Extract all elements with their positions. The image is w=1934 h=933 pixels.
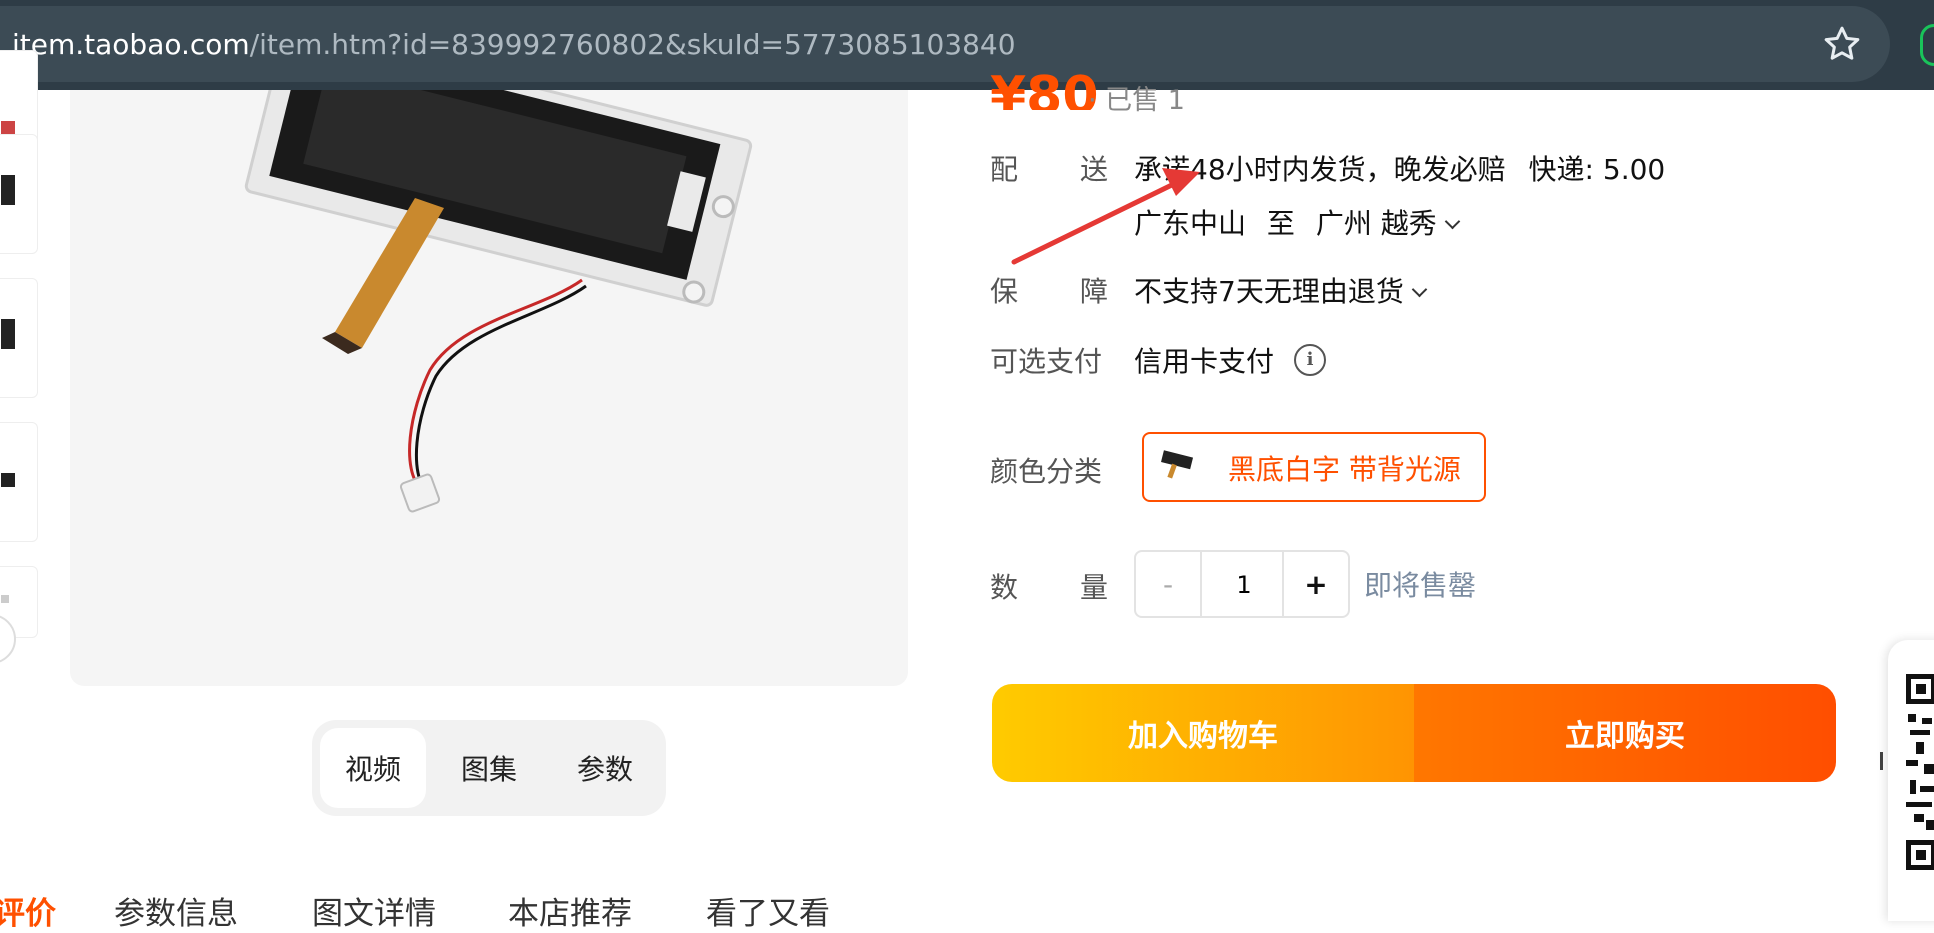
- color-option-button[interactable]: 黑底白字 带背光源: [1142, 432, 1486, 502]
- price: ¥80: [990, 66, 1099, 110]
- tab-params[interactable]: 参数: [552, 728, 658, 808]
- quantity-stepper: - +: [1134, 550, 1350, 618]
- star-icon[interactable]: [1822, 24, 1862, 64]
- color-option-label: 黑底白字 带背光源: [1228, 453, 1461, 486]
- tab-param-info[interactable]: 参数信息: [114, 888, 238, 933]
- payment-value: 信用卡支付: [1134, 345, 1275, 378]
- stock-status: 即将售罄: [1364, 569, 1477, 602]
- thumbnail[interactable]: [0, 278, 38, 398]
- tab-details[interactable]: 图文详情: [312, 888, 436, 933]
- shipping-origin: 广东中山: [1134, 207, 1247, 240]
- browser-toolbar: item.taobao.com/item.htm?id=839992760802…: [0, 0, 1934, 90]
- url-text[interactable]: item.taobao.com/item.htm?id=839992760802…: [12, 28, 1016, 61]
- guarantee-value[interactable]: 不支持7天无理由退货: [1134, 270, 1428, 310]
- tab-shop-recommend[interactable]: 本店推荐: [508, 888, 632, 933]
- divider: [1880, 752, 1883, 770]
- shipping-label: 配 送: [990, 148, 1108, 188]
- add-to-cart-button[interactable]: 加入购物车: [992, 684, 1414, 782]
- quantity-input[interactable]: [1202, 552, 1286, 618]
- address-bar[interactable]: item.taobao.com/item.htm?id=839992760802…: [0, 6, 1890, 82]
- quantity-label: 数 量: [990, 566, 1108, 606]
- quantity-decrease-button[interactable]: -: [1136, 552, 1202, 616]
- lcd-module-illustration: [244, 90, 753, 513]
- shipping-route[interactable]: 广东中山 至 广州 越秀: [1134, 202, 1461, 242]
- thumbnail[interactable]: [0, 422, 38, 542]
- info-icon[interactable]: i: [1294, 344, 1326, 376]
- tab-also-viewed[interactable]: 看了又看: [706, 888, 830, 933]
- qr-code-card[interactable]: [1888, 640, 1934, 921]
- gallery-view-tabs: 视频 图集 参数: [312, 720, 666, 816]
- guarantee-label-char: 保: [990, 275, 1019, 308]
- detail-tabs: 评价 参数信息 图文详情 本店推荐 看了又看: [0, 880, 900, 932]
- color-label: 颜色分类: [990, 455, 1103, 488]
- express-fee: 快递: 5.00: [1528, 153, 1666, 186]
- shipping-to: 至: [1266, 207, 1295, 240]
- buy-now-button[interactable]: 立即购买: [1414, 684, 1836, 782]
- url-host: item.taobao.com: [12, 28, 250, 61]
- shipping-label-char: 送: [1079, 153, 1108, 186]
- shipping-promise-text: 承诺48小时内发货，晚发必赔: [1134, 153, 1506, 186]
- payment-label: 可选支付: [990, 345, 1103, 378]
- quantity-label-char: 数: [990, 571, 1019, 604]
- guarantee-label: 保 障: [990, 270, 1108, 310]
- chevron-down-icon[interactable]: [1411, 281, 1428, 298]
- url-path: /item.htm?id=839992760802&skuId=57730851…: [249, 28, 1016, 61]
- shipping-label-char: 配: [990, 153, 1019, 186]
- quantity-label-char: 量: [1079, 571, 1108, 604]
- chevron-down-icon[interactable]: [1444, 213, 1461, 230]
- guarantee-text: 不支持7天无理由退货: [1134, 275, 1404, 308]
- qr-code-icon: [1906, 674, 1934, 870]
- shipping-destination[interactable]: 广州 越秀: [1316, 207, 1437, 240]
- product-main-image[interactable]: [70, 90, 908, 686]
- tab-reviews[interactable]: 评价: [0, 888, 56, 933]
- wechat-icon[interactable]: [1920, 24, 1934, 66]
- sold-count: · 已售 1: [1088, 85, 1185, 116]
- tab-video[interactable]: 视频: [320, 728, 426, 808]
- sku-thumbnail-icon: [1161, 450, 1194, 479]
- tab-gallery[interactable]: 图集: [436, 728, 542, 808]
- thumbnail-list: [0, 50, 40, 650]
- guarantee-label-char: 障: [1079, 275, 1108, 308]
- thumbnail[interactable]: [0, 134, 38, 254]
- quantity-increase-button[interactable]: +: [1282, 552, 1348, 616]
- shipping-promise: 承诺48小时内发货，晚发必赔 快递: 5.00: [1134, 148, 1665, 188]
